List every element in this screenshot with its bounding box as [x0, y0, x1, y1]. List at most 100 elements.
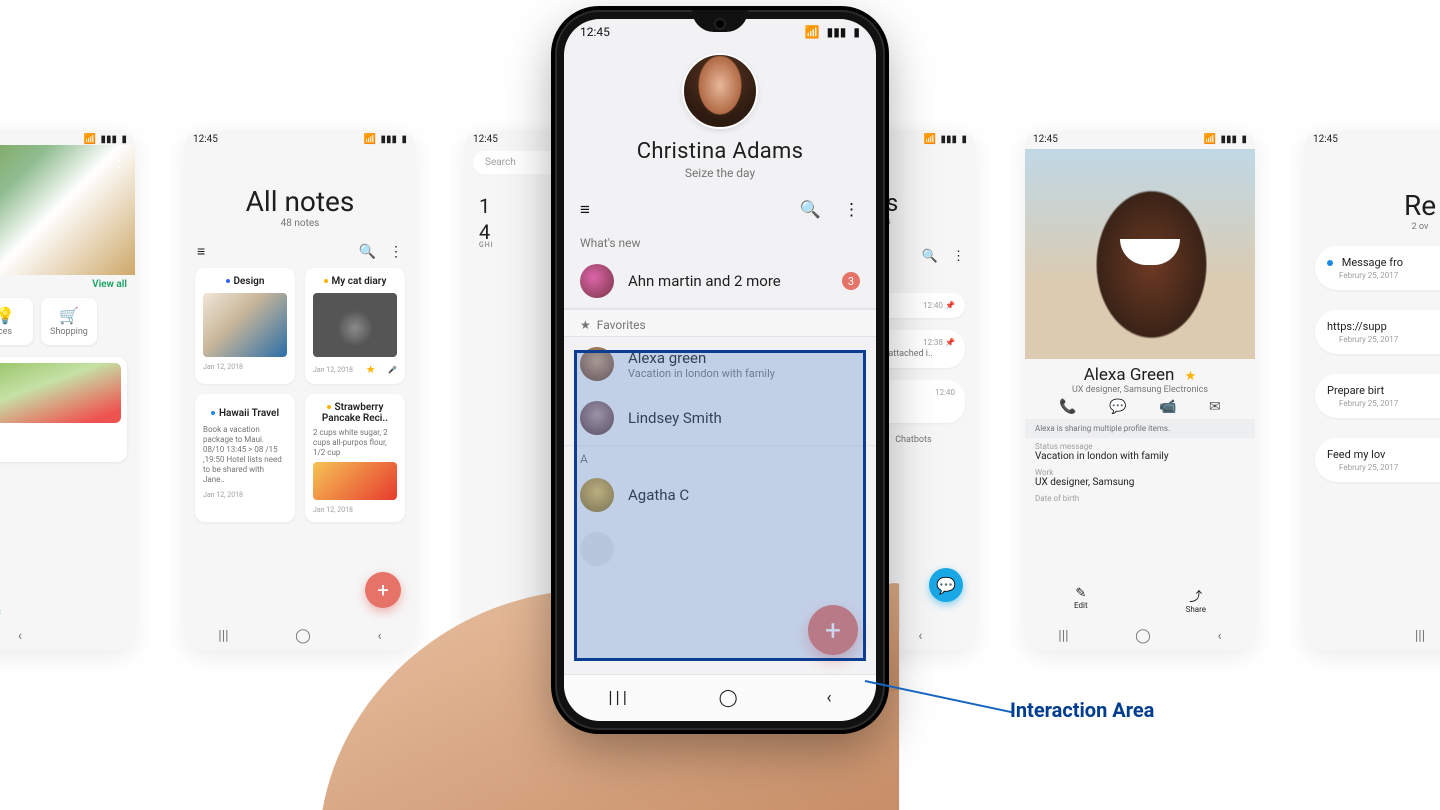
contact-name: Alexa green — [628, 349, 860, 367]
place-card[interactable]: en Pot ★★★★ (17) on Yelp m / $$ / Organi… — [0, 357, 127, 462]
home-icon[interactable]: ◯ — [295, 628, 311, 644]
recent-icon[interactable]: ||| — [608, 688, 629, 708]
more-icon[interactable]: ⋮ — [952, 249, 965, 264]
android-nav: ||| — [1305, 622, 1440, 650]
message-icon[interactable]: 💬 — [1109, 399, 1126, 415]
section-whats-new: What's new — [564, 232, 876, 254]
add-note-button[interactable]: + — [365, 572, 401, 608]
notes-title: All notes — [185, 185, 415, 218]
search-icon[interactable]: 🔍 — [922, 249, 938, 264]
signal-icon: ▮▮▮ — [380, 134, 397, 145]
phone-device: 12:45 📶 ▮▮▮ ▮ Christina Adams Seize the … — [555, 10, 885, 730]
contact-role: UX designer, Samsung Electronics — [1025, 385, 1255, 395]
wifi-icon: 📶 — [1204, 134, 1216, 145]
signal-icon: ▮▮▮ — [100, 134, 117, 145]
unread-badge: 3 — [842, 272, 860, 290]
search-icon[interactable]: 🔍 — [800, 200, 821, 220]
reminder-date: Februry 25, 2017 — [1339, 463, 1440, 472]
message-time: 12:40 — [935, 388, 955, 401]
back-icon[interactable]: ‹ — [377, 628, 381, 644]
contact-row[interactable]: Alexa green Vacation in london with fami… — [564, 337, 876, 391]
note-card-design[interactable]: Design Jan 12, 2018 — [195, 268, 295, 384]
bullet-icon — [1327, 260, 1333, 266]
tab-places[interactable]: Places — [0, 605, 1, 618]
note-date: Jan 12, 2018 — [313, 366, 353, 374]
tag-card[interactable]: 💡 ces — [0, 298, 33, 345]
signal-icon: ▮▮▮ — [940, 134, 957, 145]
reminder-item[interactable]: https://supp Februry 25, 2017 — [1315, 310, 1440, 354]
status-icons: 📶 ▮▮▮ ▮ — [1202, 134, 1247, 145]
profile-share-banner: Alexa is sharing multiple profile items. — [1025, 419, 1255, 438]
mini-contact-detail-screen: 12:45 📶 ▮▮▮ ▮ ‹ ⋮ Alexa Green ★ UX desig… — [1025, 130, 1255, 650]
dob-label: Date of birth — [1035, 494, 1245, 503]
back-icon[interactable]: ‹ — [826, 688, 831, 708]
profile-name: Christina Adams — [637, 139, 804, 164]
share-button[interactable]: ⤴Share — [1186, 586, 1206, 614]
reminder-item[interactable]: Message fro Februry 25, 2017 — [1315, 246, 1440, 290]
more-icon[interactable]: ⋮ — [389, 244, 403, 260]
reminder-item[interactable]: Prepare birt Februry 25, 2017 — [1315, 374, 1440, 418]
android-nav: ||| ◯ ‹ — [564, 674, 876, 721]
tag-label: ces — [0, 327, 12, 337]
place-rating: ★★★★ (17) on Yelp — [0, 438, 121, 447]
note-date: Jan 12, 2018 — [313, 506, 353, 514]
contact-row[interactable]: Lindsey Smith — [564, 391, 876, 445]
note-title: My cat diary — [332, 276, 387, 287]
back-icon[interactable]: ‹ — [1217, 628, 1221, 644]
wifi-icon: 📶 — [84, 134, 96, 145]
contact-status: Vacation in london with family — [628, 367, 860, 380]
reminder-title: Prepare birt — [1327, 384, 1384, 397]
home-icon[interactable]: ◯ — [1135, 628, 1151, 644]
whats-new-title: Ahn martin and 2 more — [628, 272, 828, 290]
annotation-label: Interaction Area — [1010, 698, 1154, 722]
note-date: Jan 12, 2018 — [203, 363, 243, 371]
tab-chatbots[interactable]: Chatbots — [895, 435, 931, 445]
new-message-button[interactable]: 💬 — [929, 568, 963, 602]
reminder-date: Februry 25, 2017 — [1339, 335, 1440, 344]
email-icon[interactable]: ✉ — [1209, 399, 1221, 415]
reminder-date: Februry 25, 2017 — [1339, 271, 1440, 280]
contact-row[interactable]: Agatha C — [564, 468, 876, 522]
pin-icon: 📌 — [945, 338, 955, 347]
back-icon[interactable]: ‹ — [918, 628, 922, 644]
note-title: Hawaii Travel — [219, 408, 279, 419]
battery-icon: ▮ — [853, 25, 860, 39]
status-time: 12:45 — [580, 25, 610, 39]
contact-row[interactable] — [564, 522, 876, 576]
status-time: 12:45 — [193, 134, 218, 145]
add-contact-button[interactable]: + — [808, 605, 858, 655]
recent-icon[interactable]: ||| — [218, 628, 228, 644]
mini-reminders-screen: 12:45 Re 2 ov Message fro Februry 25, 20… — [1305, 130, 1440, 650]
note-thumbnail — [313, 462, 397, 500]
profile-avatar[interactable] — [682, 53, 758, 129]
note-body: 2 cups white sugar, 2 cups all-purpos fl… — [313, 428, 397, 458]
tag-card[interactable]: 🛒 Shopping — [41, 298, 97, 345]
hamburger-icon[interactable]: ≡ — [197, 243, 205, 260]
mic-icon: 🎤 — [388, 366, 397, 374]
reminder-item[interactable]: Feed my lov Februry 25, 2017 — [1315, 438, 1440, 482]
video-icon[interactable]: 📹 — [1159, 399, 1176, 415]
call-icon[interactable]: 📞 — [1059, 399, 1076, 415]
edit-button[interactable]: ✎Edit — [1074, 586, 1088, 614]
back-icon[interactable]: ‹ — [18, 628, 22, 644]
recent-icon[interactable]: ||| — [1058, 628, 1068, 644]
phone-screen: 12:45 📶 ▮▮▮ ▮ Christina Adams Seize the … — [564, 19, 876, 721]
contact-avatar — [580, 478, 614, 512]
android-nav: ||| ◯ ‹ — [185, 622, 415, 650]
recent-icon[interactable]: ||| — [1415, 628, 1425, 644]
note-card-hawaii[interactable]: Hawaii Travel Book a vacation package to… — [195, 394, 295, 522]
status-icons: 📶 ▮▮▮ ▮ — [362, 134, 407, 145]
mini-notes-screen: 12:45 📶 ▮▮▮ ▮ All notes 48 notes ≡ 🔍 ⋮ — [185, 130, 415, 650]
wifi-icon: 📶 — [924, 134, 936, 145]
contact-avatar — [580, 401, 614, 435]
home-icon[interactable]: ◯ — [719, 688, 738, 708]
hamburger-icon[interactable]: ≡ — [580, 200, 590, 220]
search-icon[interactable]: 🔍 — [359, 244, 376, 260]
more-icon[interactable]: ⋮ — [843, 200, 860, 220]
note-card-pancake[interactable]: Strawberry Pancake Reci.. 2 cups white s… — [305, 394, 405, 522]
view-all-link[interactable]: View all — [0, 275, 135, 292]
note-card-cat[interactable]: My cat diary Jan 12, 2018★🎤 — [305, 268, 405, 384]
more-icon[interactable]: ⋮ — [111, 151, 127, 170]
favorite-icon[interactable]: ★ — [1185, 369, 1197, 384]
whats-new-row[interactable]: Ahn martin and 2 more 3 — [564, 254, 876, 309]
